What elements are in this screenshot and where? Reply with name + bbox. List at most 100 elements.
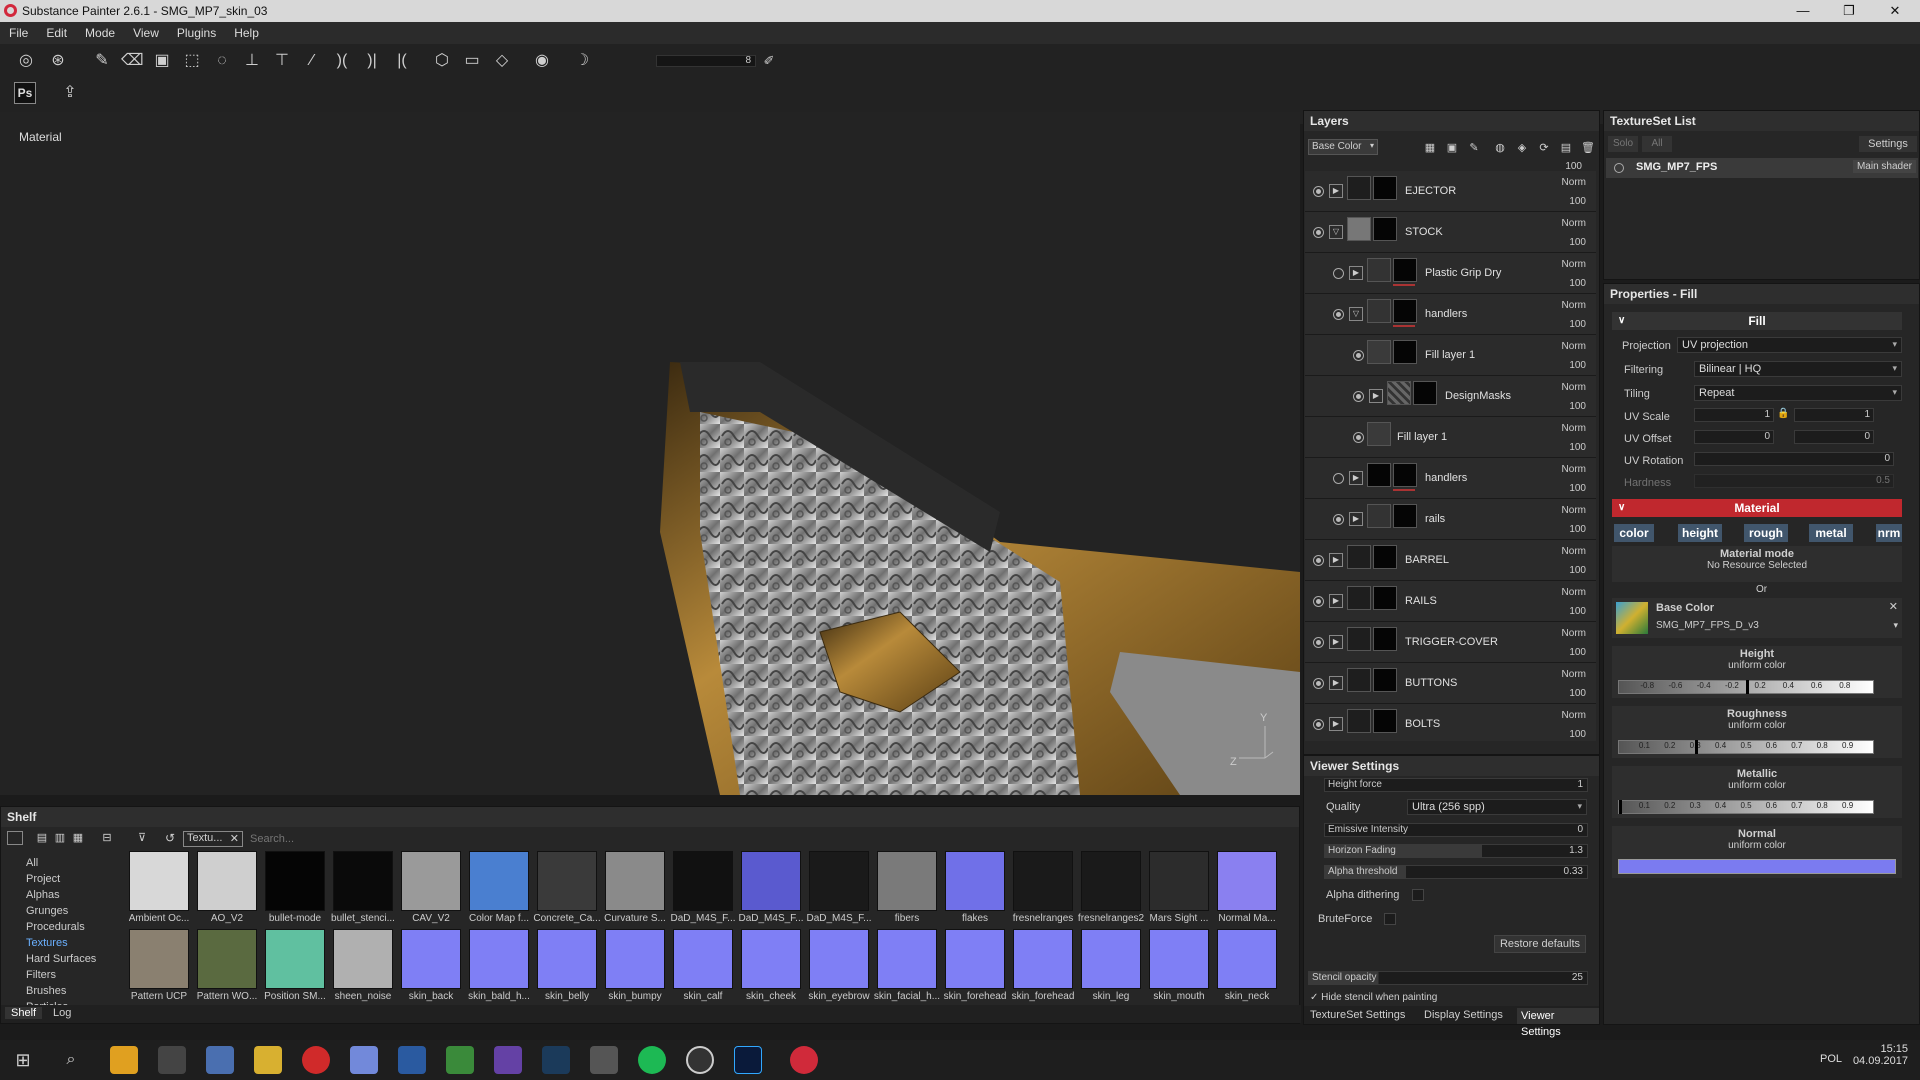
folder-icon[interactable]: ▶ bbox=[1329, 553, 1343, 567]
hardness-slider[interactable]: 0.5 bbox=[1694, 474, 1894, 488]
tab-log[interactable]: Log bbox=[53, 1007, 71, 1019]
menu-view[interactable]: View bbox=[124, 22, 168, 40]
fill-section-header[interactable]: ∨ Fill bbox=[1612, 312, 1902, 330]
polygon-fill-icon[interactable]: ⬚ bbox=[181, 50, 203, 72]
shelf-item-thumbnail[interactable] bbox=[197, 851, 257, 911]
shelf-item-thumbnail[interactable] bbox=[1013, 929, 1073, 989]
visibility-icon[interactable] bbox=[1353, 391, 1364, 402]
layer-opacity[interactable]: 100 bbox=[1569, 524, 1586, 535]
eraser-icon[interactable]: ⌫ bbox=[121, 50, 144, 72]
material-mode-box[interactable]: Material mode No Resource Selected bbox=[1612, 546, 1902, 582]
blend-mode[interactable]: Norm bbox=[1562, 300, 1586, 311]
visibility-icon[interactable] bbox=[1353, 432, 1364, 443]
collapse-icon[interactable]: ⊟ bbox=[96, 827, 118, 849]
visibility-icon[interactable] bbox=[1313, 227, 1324, 238]
shelf-item-thumbnail[interactable] bbox=[1081, 851, 1141, 911]
layer-opacity[interactable]: 100 bbox=[1569, 319, 1586, 330]
shelf-item-thumbnail[interactable] bbox=[1217, 851, 1277, 911]
layer-row[interactable]: ▽ handlers Norm 100 bbox=[1305, 294, 1596, 335]
layer-row[interactable]: ▶ BARREL Norm 100 bbox=[1305, 540, 1596, 581]
channel-metal-toggle[interactable]: metal bbox=[1809, 524, 1853, 542]
hide-stencil-checkbox[interactable]: ✓ Hide stencil when painting bbox=[1310, 992, 1437, 1003]
visibility-icon[interactable] bbox=[1333, 309, 1344, 320]
shelf-item-thumbnail[interactable] bbox=[1081, 929, 1141, 989]
shelf-item-thumbnail[interactable] bbox=[877, 851, 937, 911]
smudge-icon[interactable]: ◌ bbox=[211, 50, 233, 72]
visibility-icon[interactable] bbox=[1313, 186, 1324, 197]
folder-icon[interactable]: ▶ bbox=[1329, 676, 1343, 690]
layer-row[interactable]: ▽ STOCK Norm 100 bbox=[1305, 212, 1596, 253]
add-smart-icon[interactable]: ⟳ bbox=[1533, 137, 1555, 159]
alpha-dithering-checkbox[interactable] bbox=[1412, 889, 1424, 901]
minimize-button[interactable]: — bbox=[1780, 0, 1826, 22]
shelf-item-thumbnail[interactable] bbox=[1149, 851, 1209, 911]
game-icon[interactable] bbox=[590, 1046, 618, 1074]
add-mask-icon[interactable]: ▦ bbox=[1419, 137, 1441, 159]
blend-mode[interactable]: Norm bbox=[1562, 382, 1586, 393]
shelf-item-thumbnail[interactable] bbox=[333, 851, 393, 911]
layer-opacity[interactable]: 100 bbox=[1569, 565, 1586, 576]
horizon-fading-slider[interactable]: Horizon Fading 1.3 bbox=[1324, 844, 1588, 858]
epic-launcher-icon[interactable] bbox=[158, 1046, 186, 1074]
layer-row[interactable]: ▶ BUTTONS Norm 100 bbox=[1305, 663, 1596, 704]
folder-icon[interactable]: ▶ bbox=[1349, 512, 1363, 526]
alpha-threshold-slider[interactable]: Alpha threshold 0.33 bbox=[1324, 865, 1588, 879]
visibility-icon[interactable] bbox=[1614, 163, 1624, 173]
category-procedurals[interactable]: Procedurals bbox=[26, 921, 85, 933]
add-layer-icon[interactable]: ◈ bbox=[1511, 137, 1533, 159]
blend-mode[interactable]: Norm bbox=[1562, 587, 1586, 598]
menu-mode[interactable]: Mode bbox=[76, 22, 124, 40]
tiling-select[interactable]: Repeat bbox=[1694, 385, 1902, 401]
folder-icon[interactable]: ▶ bbox=[1329, 594, 1343, 608]
blend-mode[interactable]: Norm bbox=[1562, 177, 1586, 188]
notepad-icon[interactable] bbox=[446, 1046, 474, 1074]
shelf-item-thumbnail[interactable] bbox=[469, 929, 529, 989]
blend-mode[interactable]: Norm bbox=[1562, 259, 1586, 270]
box-icon[interactable]: ◇ bbox=[491, 50, 513, 72]
blend-mode[interactable]: Norm bbox=[1562, 464, 1586, 475]
category-grunges[interactable]: Grunges bbox=[26, 905, 68, 917]
filter-icon[interactable]: ⊽ bbox=[131, 827, 153, 849]
cube-view-icon[interactable]: ⬡ bbox=[431, 50, 453, 72]
windows-start-icon[interactable]: ⊞ bbox=[12, 1049, 34, 1071]
menu-file[interactable]: File bbox=[0, 22, 37, 40]
roughness-slider[interactable]: 0.10.20.30.40.50.60.70.80.9 bbox=[1618, 740, 1874, 754]
layer-opacity[interactable]: 100 bbox=[1569, 606, 1586, 617]
tab-textureset-settings[interactable]: TextureSet Settings bbox=[1310, 1009, 1405, 1021]
blend-mode[interactable]: Norm bbox=[1562, 546, 1586, 557]
base-color-slot[interactable]: Base Color SMG_MP7_FPS_D_v3 ✕ ▾ bbox=[1612, 598, 1902, 638]
bruteforce-checkbox[interactable] bbox=[1384, 913, 1396, 925]
visibility-icon[interactable] bbox=[1313, 719, 1324, 730]
channel-select[interactable]: Base Color ▾ bbox=[1308, 139, 1378, 155]
visibility-icon[interactable] bbox=[1313, 596, 1324, 607]
blend-mode[interactable]: Norm bbox=[1562, 218, 1586, 229]
blend-mode[interactable]: Norm bbox=[1562, 669, 1586, 680]
layer-opacity[interactable]: 100 bbox=[1569, 360, 1586, 371]
shelf-item-thumbnail[interactable] bbox=[537, 851, 597, 911]
app-blue-icon[interactable] bbox=[398, 1046, 426, 1074]
clock[interactable]: 15:15 04.09.2017 bbox=[1852, 1043, 1908, 1067]
steam-icon[interactable] bbox=[542, 1046, 570, 1074]
shelf-item-thumbnail[interactable] bbox=[809, 851, 869, 911]
visibility-icon[interactable] bbox=[1333, 473, 1344, 484]
add-effect-icon[interactable]: ▣ bbox=[1441, 137, 1463, 159]
slider-handle[interactable] bbox=[1695, 740, 1699, 754]
symmetry-icon[interactable]: )( bbox=[331, 50, 353, 72]
shelf-item-thumbnail[interactable] bbox=[741, 851, 801, 911]
folder-icon[interactable]: ▶ bbox=[1369, 389, 1383, 403]
channel-rough-toggle[interactable]: rough bbox=[1744, 524, 1788, 542]
layer-row[interactable]: Fill layer 1 Norm 100 bbox=[1305, 335, 1596, 376]
substance-icon[interactable]: ◎ bbox=[15, 50, 37, 72]
shelf-item-thumbnail[interactable] bbox=[673, 929, 733, 989]
maximize-button[interactable]: ❐ bbox=[1826, 0, 1872, 22]
twitch-icon[interactable] bbox=[494, 1046, 522, 1074]
visibility-icon[interactable] bbox=[1313, 637, 1324, 648]
delete-layer-icon[interactable]: 🗑 bbox=[1577, 137, 1599, 159]
add-fill-icon[interactable]: ◍ bbox=[1489, 137, 1511, 159]
shelf-item-thumbnail[interactable] bbox=[129, 851, 189, 911]
add-paint-icon[interactable]: ✎ bbox=[1463, 137, 1485, 159]
layer-opacity[interactable]: 100 bbox=[1569, 278, 1586, 289]
stamp-icon[interactable]: ⊤ bbox=[271, 50, 293, 72]
spotify-icon[interactable] bbox=[638, 1046, 666, 1074]
shelf-item-thumbnail[interactable] bbox=[1013, 851, 1073, 911]
